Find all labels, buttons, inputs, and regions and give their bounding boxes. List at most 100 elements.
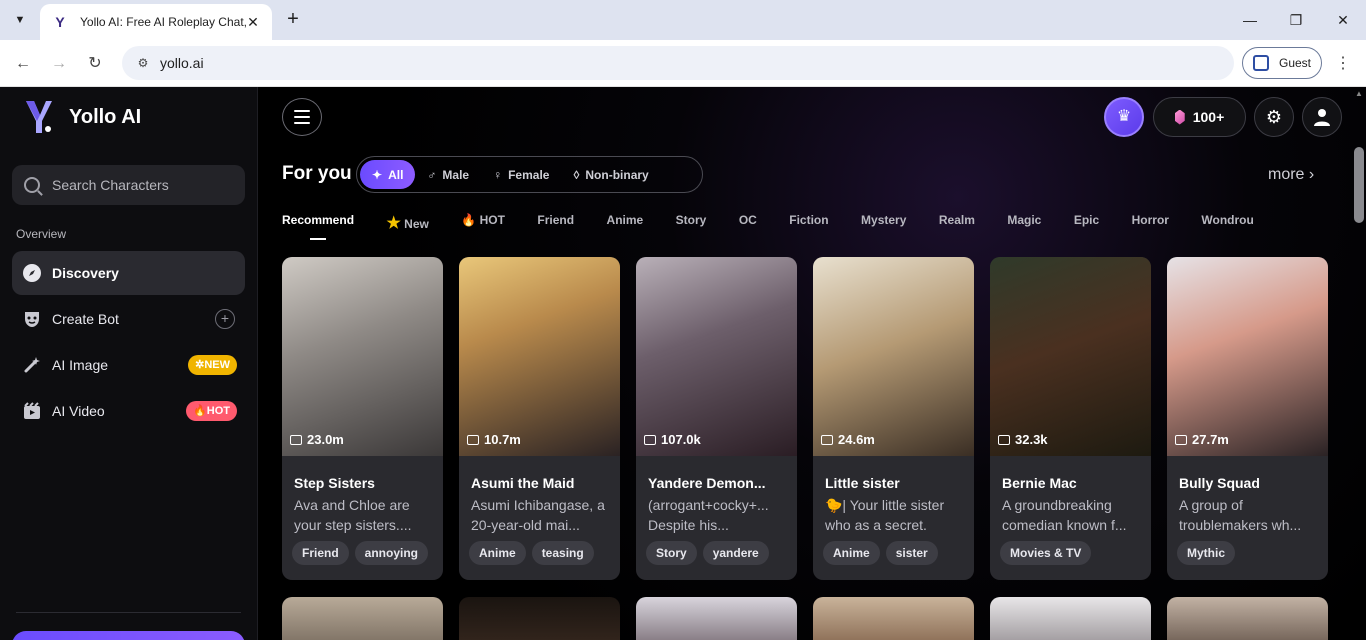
forward-icon[interactable]: → [47,52,71,76]
close-window-icon[interactable]: ✕ [1331,8,1355,32]
profile-button[interactable]: Guest [1242,47,1322,79]
character-description: 🐤| Your little sister who as a secret. [825,497,945,533]
character-image: 27.7m [1167,257,1328,456]
tab-realm[interactable]: Realm [939,213,975,227]
sidebar-item-discovery[interactable]: Discovery [12,251,245,295]
tab-magic[interactable]: Magic [1007,213,1041,227]
tag[interactable]: yandere [702,541,769,565]
chat-icon [821,434,833,445]
tag[interactable]: Anime [823,541,880,565]
chat-icon [644,434,656,445]
chat-count: 27.7m [1175,432,1229,447]
close-tab-icon[interactable]: ✕ [244,13,262,31]
tab-search-icon[interactable]: ▼ [8,8,32,32]
site-info-icon[interactable]: ⚙ [134,54,152,72]
tab-horror[interactable]: Horror [1132,213,1169,227]
tag[interactable]: Anime [469,541,526,565]
filter-all[interactable]: ✦ All [360,160,416,189]
tab-hot[interactable]: 🔥 HOT [461,213,505,227]
settings-gear-icon[interactable]: ⚙ [1254,97,1294,137]
drop-icon: ◊ [573,167,580,182]
character-card[interactable]: 23.0m Step Sisters Ava and Chloe are you… [282,257,443,580]
character-card[interactable]: 27.7m Bully Squad A group of troublemake… [1167,257,1328,580]
character-card[interactable] [1167,597,1328,640]
tag[interactable]: Mythic [1177,541,1236,565]
tab-friend[interactable]: Friend [537,213,574,227]
crown-icon[interactable]: ♛ [1104,97,1144,137]
character-card[interactable] [990,597,1151,640]
reload-icon[interactable]: ↻ [83,52,107,76]
search-input[interactable] [52,177,232,193]
female-icon: ♀ [493,167,503,182]
filter-non-binary[interactable]: ◊ Non-binary [561,160,660,189]
tag[interactable]: Friend [292,541,349,565]
tag[interactable]: annoying [354,541,429,565]
character-card[interactable] [459,597,620,640]
new-tab-icon[interactable]: + [282,8,304,30]
gem-balance-button[interactable]: 100+ [1153,97,1246,137]
tab-anime[interactable]: Anime [607,213,644,227]
filter-female[interactable]: ♀ Female [481,160,561,189]
chat-count: 32.3k [998,432,1048,447]
browser-tab[interactable]: Y Yollo AI: Free AI Roleplay Chat, AI ✕ [40,4,272,40]
character-name: Little sister [825,475,900,491]
sidebar-item-create-bot[interactable]: Create Bot + [12,297,245,341]
restore-icon[interactable]: ❐ [1284,8,1308,32]
tab-new[interactable]: ★ New [386,213,428,233]
character-card[interactable]: 24.6m Little sister 🐤| Your little siste… [813,257,974,580]
sidebar-item-ai-video[interactable]: AI Video 🔥HOT [12,389,245,433]
yollo-favicon-icon: Y [55,14,65,30]
tab-wondrous[interactable]: Wondrou [1201,213,1253,227]
back-icon[interactable]: ← [11,52,35,76]
compass-icon [22,263,42,283]
character-name: Bully Squad [1179,475,1260,491]
sidebar-item-label: Discovery [52,265,119,281]
tab-epic[interactable]: Epic [1074,213,1099,227]
category-tabs: Recommend ★ New 🔥 HOT Friend Anime Story… [282,213,1328,243]
hot-badge: 🔥HOT [186,401,237,421]
tag[interactable]: sister [885,541,938,565]
tag[interactable]: Story [646,541,697,565]
address-bar[interactable]: ⚙ yollo.ai [122,46,1234,80]
character-card[interactable] [636,597,797,640]
tag[interactable]: teasing [531,541,594,565]
tab-story[interactable]: Story [676,213,707,227]
sidebar-item-label: AI Video [52,403,105,419]
character-card[interactable]: 32.3k Bernie Mac A groundbreaking comedi… [990,257,1151,580]
minimize-icon[interactable]: — [1238,8,1262,32]
character-card[interactable] [813,597,974,640]
magic-wand-icon [22,355,42,375]
tab-mystery[interactable]: Mystery [861,213,906,227]
section-title: For you [282,163,352,184]
new-badge: ✲NEW [188,355,237,375]
star-icon: ★ [386,215,401,232]
character-card[interactable]: 107.0k Yandere Demon... (arrogant+cocky+… [636,257,797,580]
tab-fiction[interactable]: Fiction [789,213,828,227]
search-characters[interactable] [12,165,245,205]
sidebar-cta-button[interactable] [12,631,245,640]
main-content: ♛ 100+ ⚙ For you ✦ All ♂ Male ♀ Female ◊ Non… [258,87,1366,640]
browser-tabbar: ▼ Y Yollo AI: Free AI Roleplay Chat, AI … [0,0,1366,40]
character-image: 107.0k [636,257,797,456]
character-card[interactable] [282,597,443,640]
url-text[interactable]: yollo.ai [160,55,204,71]
chat-icon [998,434,1010,445]
mask-icon [22,309,42,329]
character-card[interactable]: 10.7m Asumi the Maid Asumi Ichibangase, … [459,257,620,580]
scrollbar-thumb[interactable] [1354,147,1364,223]
chat-count: 107.0k [644,432,701,447]
sidebar-divider [16,612,241,613]
more-link[interactable]: more › [1268,166,1314,184]
tag[interactable]: Movies & TV [1000,541,1092,565]
menu-toggle-icon[interactable] [282,98,322,136]
sidebar-item-ai-image[interactable]: AI Image ✲NEW [12,343,245,387]
user-account-icon[interactable] [1302,97,1342,137]
browser-toolbar: ← → ↻ ⚙ yollo.ai Guest ⋮ [0,40,1366,87]
add-bot-icon[interactable]: + [215,309,235,329]
gender-filter: ✦ All ♂ Male ♀ Female ◊ Non-binary [356,156,703,193]
scroll-up-icon[interactable]: ▲ [1354,89,1364,99]
filter-male[interactable]: ♂ Male [415,160,481,189]
browser-menu-icon[interactable]: ⋮ [1333,52,1353,76]
tab-recommend[interactable]: Recommend [282,213,354,240]
tab-oc[interactable]: OC [739,213,757,227]
